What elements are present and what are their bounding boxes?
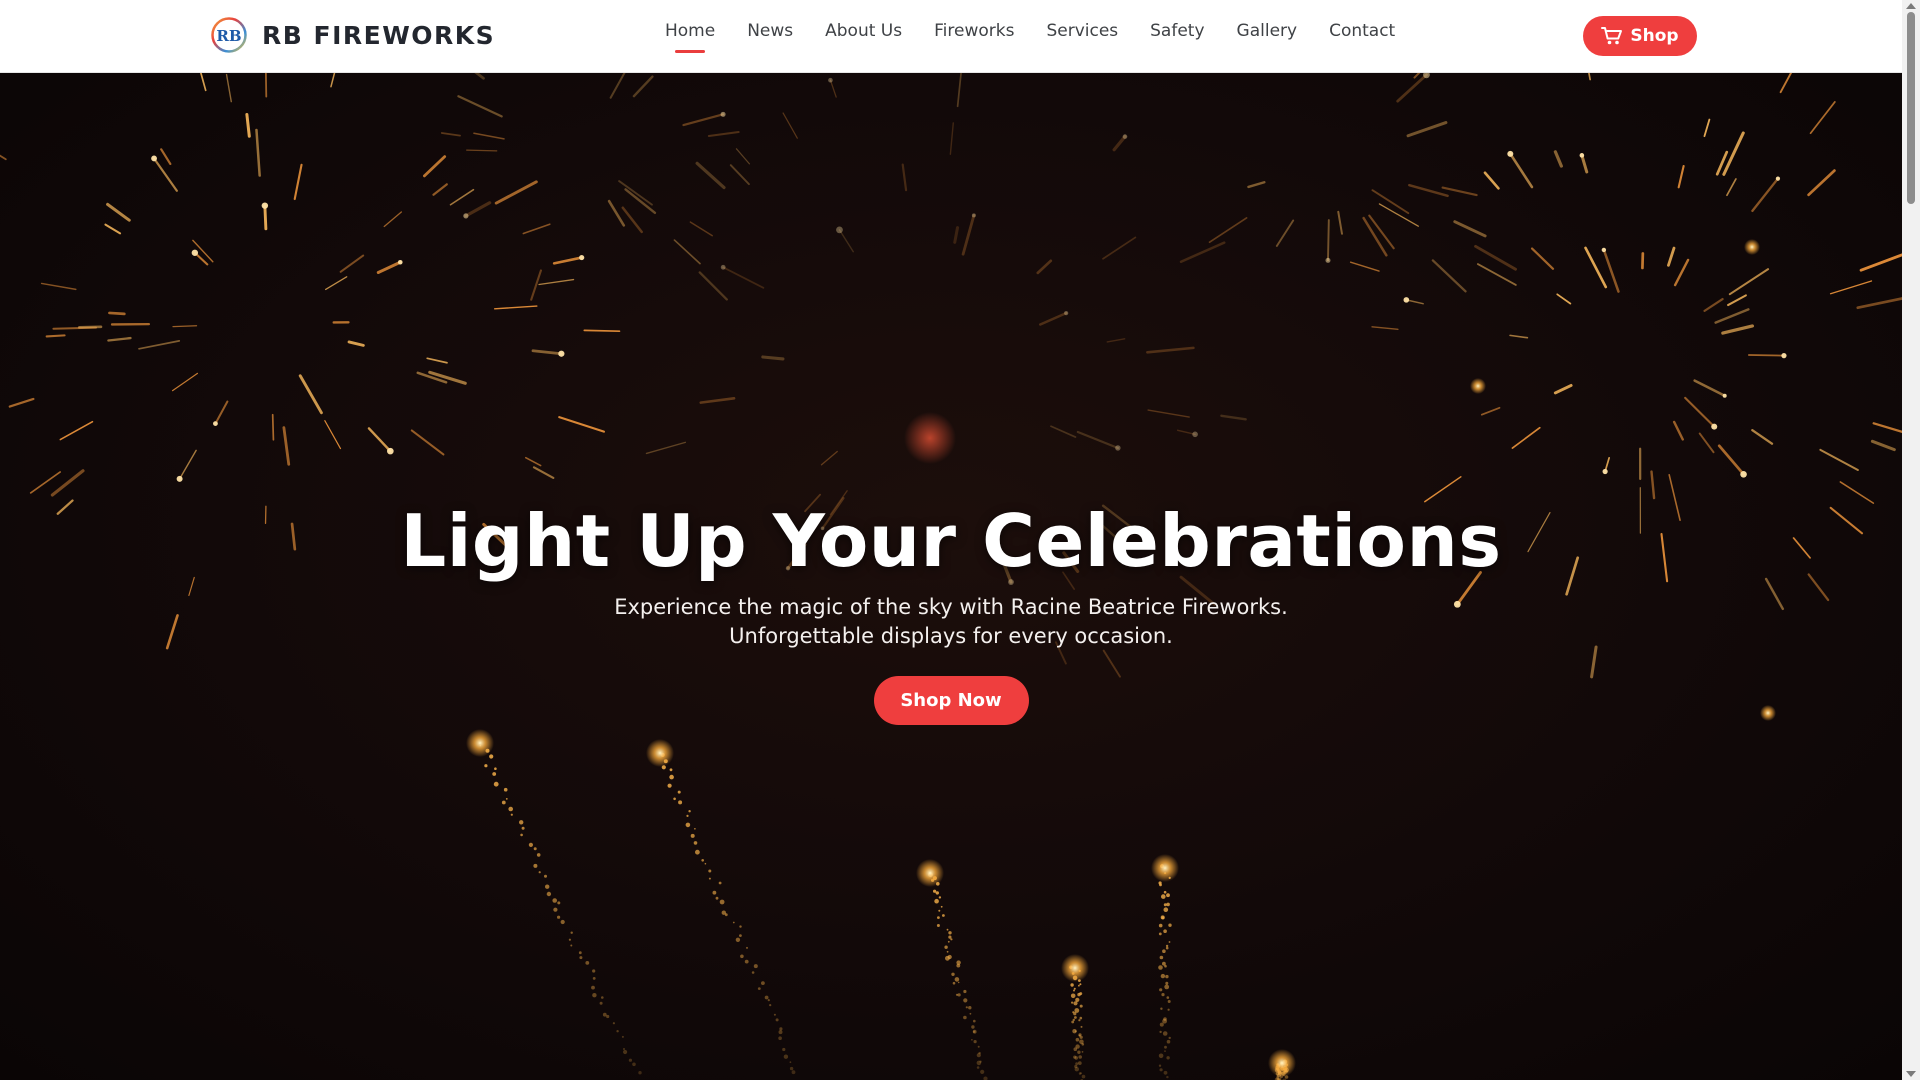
hero-subtitle-line-2: Unforgettable displays for every occasio… bbox=[729, 624, 1173, 648]
hero-title: Light Up Your Celebrations bbox=[400, 499, 1502, 583]
scroll-thumb[interactable] bbox=[1907, 12, 1915, 204]
hero-section: Light Up Your Celebrations Experience th… bbox=[0, 73, 1902, 1080]
cart-icon bbox=[1601, 27, 1623, 45]
nav-item-about-us[interactable]: About Us bbox=[825, 0, 902, 73]
rb-logo-icon[interactable]: RB bbox=[210, 16, 248, 54]
brand-name[interactable]: RB FIREWORKS bbox=[262, 21, 495, 50]
hero-subtitle-line-1: Experience the magic of the sky with Rac… bbox=[614, 595, 1288, 619]
site-header: RB RB FIREWORKS Home News About Us Firew… bbox=[0, 0, 1902, 73]
scroll-down-arrow-icon[interactable] bbox=[1906, 1071, 1916, 1077]
svg-text:RB: RB bbox=[216, 27, 241, 45]
page-scrollbar[interactable] bbox=[1902, 0, 1920, 1080]
nav-item-gallery[interactable]: Gallery bbox=[1237, 0, 1298, 73]
scroll-up-arrow-icon[interactable] bbox=[1906, 3, 1916, 9]
hero-content: Light Up Your Celebrations Experience th… bbox=[0, 505, 1902, 725]
nav-item-safety[interactable]: Safety bbox=[1150, 0, 1204, 73]
hero-subtitle: Experience the magic of the sky with Rac… bbox=[0, 593, 1902, 651]
nav-item-home[interactable]: Home bbox=[665, 0, 715, 73]
nav-item-services[interactable]: Services bbox=[1046, 0, 1118, 73]
shop-button[interactable]: Shop bbox=[1583, 16, 1697, 56]
brand[interactable]: RB RB FIREWORKS bbox=[210, 16, 495, 54]
main-nav: Home News About Us Fireworks Services Sa… bbox=[665, 0, 1427, 73]
nav-item-news[interactable]: News bbox=[747, 0, 793, 73]
shop-button-label: Shop bbox=[1630, 26, 1679, 46]
nav-item-fireworks[interactable]: Fireworks bbox=[934, 0, 1014, 73]
shop-now-button[interactable]: Shop Now bbox=[873, 676, 1029, 725]
nav-item-contact[interactable]: Contact bbox=[1329, 0, 1395, 73]
